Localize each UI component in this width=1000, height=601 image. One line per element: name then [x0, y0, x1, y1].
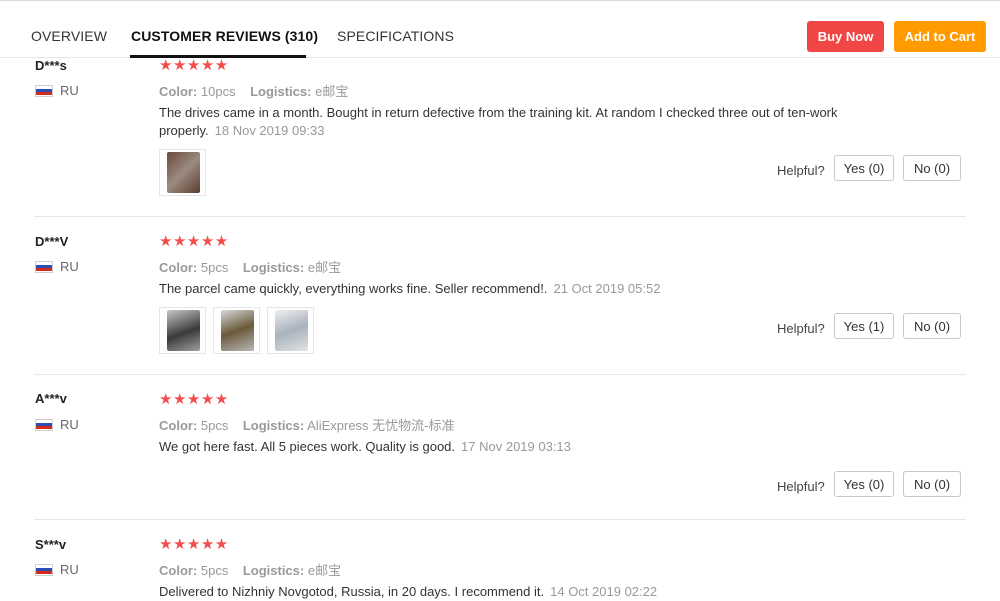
- logistics-label: Logistics:: [242, 418, 305, 433]
- reviewer-name: A***v: [35, 391, 67, 406]
- review-photo: [275, 310, 308, 351]
- review-divider: [34, 374, 966, 375]
- review-meta: Color: 5pcs Logistics: e邮宝: [159, 560, 341, 579]
- reviewer-name: D***V: [35, 234, 69, 249]
- logistics-label: Logistics:: [242, 563, 305, 578]
- tab-specifications[interactable]: SPECIFICATIONS: [337, 28, 454, 44]
- reviewer-name: D***s: [35, 58, 67, 73]
- review-body: Delivered to Nizhniy Novgotod, Russia, i…: [159, 584, 545, 599]
- color-label: Color:: [159, 84, 198, 99]
- review-photo: [167, 310, 200, 351]
- logistics-label: Logistics:: [250, 84, 312, 99]
- reviewer-country: RU: [35, 562, 79, 577]
- country-code: RU: [60, 417, 79, 432]
- color-value: 5pcs: [200, 563, 229, 578]
- color-value: 5pcs: [200, 418, 229, 433]
- tab-overview[interactable]: OVERVIEW: [31, 28, 107, 44]
- star-rating: ★★★★★: [159, 57, 229, 74]
- star-rating: ★★★★★: [159, 536, 229, 553]
- country-code: RU: [60, 83, 79, 98]
- helpful-yes-button[interactable]: Yes (1): [834, 313, 894, 339]
- review-text: We got here fast. All 5 pieces work. Qua…: [159, 438, 849, 456]
- helpful-no-button[interactable]: No (0): [903, 155, 961, 181]
- color-label: Color:: [159, 563, 198, 578]
- add-to-cart-button[interactable]: Add to Cart: [894, 21, 986, 52]
- review-photo: [221, 310, 254, 351]
- review-photo-thumbnail[interactable]: [267, 307, 314, 354]
- russia-flag-icon: [35, 418, 53, 431]
- helpful-yes-button[interactable]: Yes (0): [834, 155, 894, 181]
- color-value: 5pcs: [200, 260, 229, 275]
- reviewer-name: S***v: [35, 537, 67, 552]
- logistics-value: e邮宝: [307, 563, 342, 578]
- review-text: Delivered to Nizhniy Novgotod, Russia, i…: [159, 583, 849, 601]
- review-photo-thumbnail[interactable]: [213, 307, 260, 354]
- logistics-label: Logistics:: [242, 260, 305, 275]
- russia-flag-icon: [35, 84, 53, 97]
- review-text: The drives came in a month. Bought in re…: [159, 104, 849, 140]
- review-meta: Color: 10pcs Logistics: e邮宝: [159, 81, 348, 100]
- tab-customer-reviews[interactable]: CUSTOMER REVIEWS (310): [131, 28, 318, 44]
- country-code: RU: [60, 562, 79, 577]
- helpful-no-button[interactable]: No (0): [903, 313, 961, 339]
- reviewer-country: RU: [35, 83, 79, 98]
- logistics-value: e邮宝: [307, 260, 342, 275]
- review-date: 18 Nov 2019 09:33: [214, 123, 325, 138]
- review-date: 14 Oct 2019 02:22: [550, 584, 658, 599]
- reviewer-country: RU: [35, 417, 79, 432]
- helpful-label: Helpful?: [777, 321, 825, 336]
- review-photo-thumbnail[interactable]: [159, 307, 206, 354]
- review-divider: [34, 216, 966, 217]
- color-label: Color:: [159, 418, 198, 433]
- review-photo: [167, 152, 200, 193]
- star-rating: ★★★★★: [159, 391, 229, 408]
- logistics-value: e邮宝: [315, 84, 349, 99]
- review-divider: [34, 519, 966, 520]
- review-date: 21 Oct 2019 05:52: [553, 281, 661, 296]
- helpful-no-button[interactable]: No (0): [903, 471, 961, 497]
- review-body: The parcel came quickly, everything work…: [159, 281, 548, 296]
- logistics-value: AliExpress 无忧物流-标准: [307, 418, 455, 433]
- helpful-yes-button[interactable]: Yes (0): [834, 471, 894, 497]
- review-text: The parcel came quickly, everything work…: [159, 280, 849, 298]
- review-meta: Color: 5pcs Logistics: AliExpress 无忧物流-标…: [159, 415, 455, 434]
- russia-flag-icon: [35, 260, 53, 273]
- country-code: RU: [60, 259, 79, 274]
- review-photo-thumbnail[interactable]: [159, 149, 206, 196]
- star-rating: ★★★★★: [159, 233, 229, 250]
- review-tab-bar: OVERVIEW CUSTOMER REVIEWS (310) SPECIFIC…: [0, 0, 1000, 58]
- russia-flag-icon: [35, 563, 53, 576]
- helpful-label: Helpful?: [777, 163, 825, 178]
- review-date: 17 Nov 2019 03:13: [461, 439, 571, 454]
- review-body: We got here fast. All 5 pieces work. Qua…: [159, 439, 456, 454]
- color-label: Color:: [159, 260, 198, 275]
- review-meta: Color: 5pcs Logistics: e邮宝: [159, 257, 341, 276]
- helpful-label: Helpful?: [777, 479, 825, 494]
- reviewer-country: RU: [35, 259, 79, 274]
- color-value: 10pcs: [200, 84, 236, 99]
- buy-now-button[interactable]: Buy Now: [807, 21, 884, 52]
